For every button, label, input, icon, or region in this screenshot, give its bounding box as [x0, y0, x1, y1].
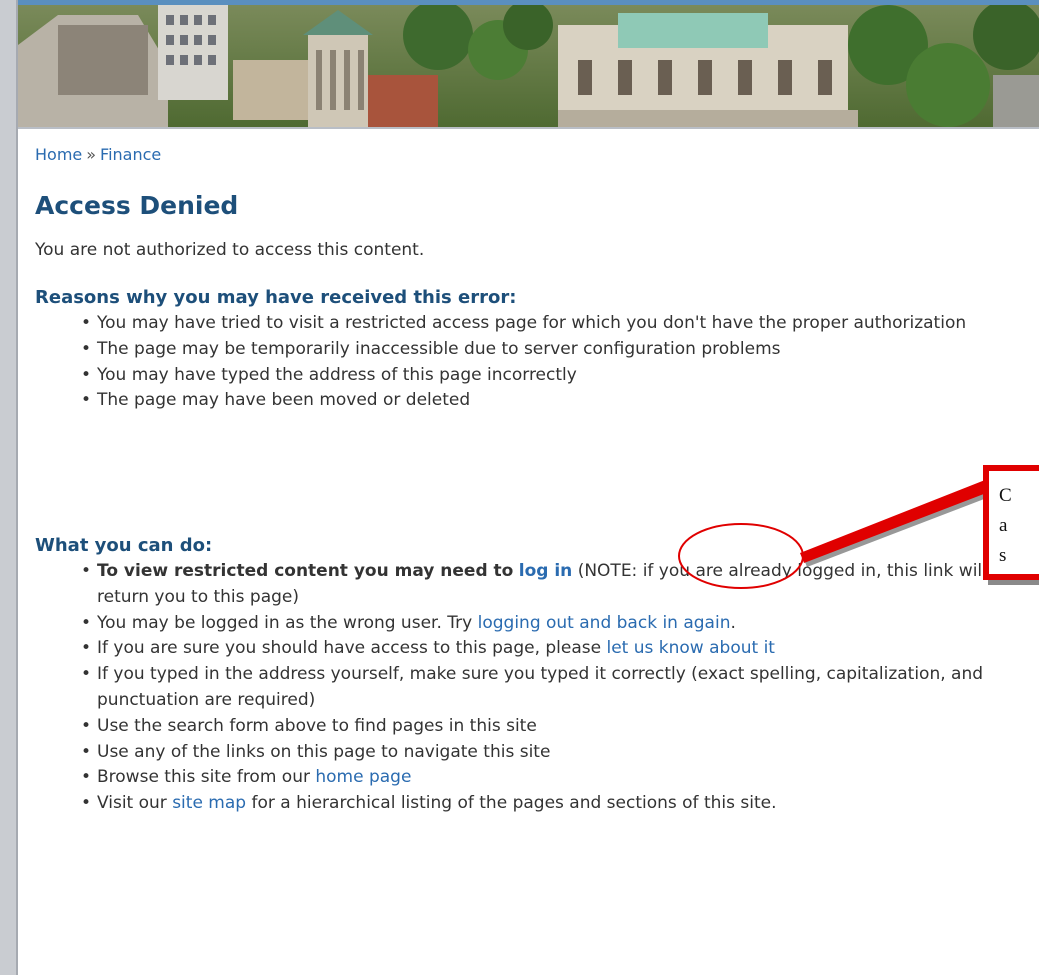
- browse-text: Browse this site from our: [97, 767, 310, 788]
- list-item: Visit our site map for a hierarchical li…: [81, 791, 1017, 817]
- arrow-shadow: [803, 484, 992, 567]
- window-left-frame: [0, 0, 18, 975]
- main-content: Home» Finance Access Denied You are not a…: [35, 145, 1025, 817]
- login-prompt-text: To view restricted content you may need …: [97, 561, 514, 581]
- log-in-link[interactable]: log in: [519, 561, 573, 581]
- annotation-arrow: [800, 480, 989, 563]
- what-you-can-do-heading: What you can do:: [35, 535, 213, 556]
- reasons-list: You may have tried to visit a restricted…: [35, 311, 1017, 414]
- list-item: If you are sure you should have access t…: [81, 636, 1017, 662]
- home-page-link[interactable]: home page: [315, 767, 411, 787]
- access-request-text: If you are sure you should have access t…: [97, 638, 602, 659]
- list-item: Browse this site from our home page: [81, 765, 1017, 791]
- visit-text: Visit our: [97, 793, 167, 814]
- list-item: The page may be temporarily inaccessible…: [81, 337, 1017, 363]
- list-item: You may have typed the address of this p…: [81, 363, 1017, 389]
- contact-link[interactable]: let us know about it: [607, 638, 775, 658]
- list-item: The page may have been moved or deleted: [81, 388, 1017, 414]
- breadcrumb-home-link[interactable]: Home: [35, 145, 82, 164]
- wrong-user-text: You may be logged in as the wrong user. …: [97, 612, 473, 633]
- annotation-callout: C a s: [983, 465, 1039, 580]
- access-message: You are not authorized to access this co…: [35, 240, 425, 260]
- callout-line: C: [999, 485, 1012, 506]
- page-title: Access Denied: [35, 191, 239, 220]
- period-text: .: [730, 612, 736, 633]
- list-item: If you typed in the address yourself, ma…: [81, 662, 1017, 714]
- site-map-link[interactable]: site map: [172, 793, 246, 813]
- breadcrumb-finance-link[interactable]: Finance: [100, 145, 161, 164]
- site-map-description: for a hierarchical listing of the pages …: [251, 793, 777, 814]
- list-item: Use any of the links on this page to nav…: [81, 740, 1017, 766]
- actions-list: To view restricted content you may need …: [35, 559, 1017, 817]
- list-item: To view restricted content you may need …: [81, 559, 1017, 611]
- list-item: Use the search form above to find pages …: [81, 714, 1017, 740]
- list-item: You may have tried to visit a restricted…: [81, 311, 1017, 337]
- list-item: You may be logged in as the wrong user. …: [81, 611, 1017, 637]
- logout-login-link[interactable]: logging out and back in again: [478, 613, 731, 633]
- breadcrumb: Home» Finance: [35, 145, 1025, 167]
- reasons-heading: Reasons why you may have received this e…: [35, 287, 517, 308]
- callout-line: s: [999, 545, 1007, 566]
- campus-banner-image: [18, 5, 1039, 129]
- callout-line: a: [999, 515, 1008, 536]
- breadcrumb-separator: »: [86, 145, 97, 164]
